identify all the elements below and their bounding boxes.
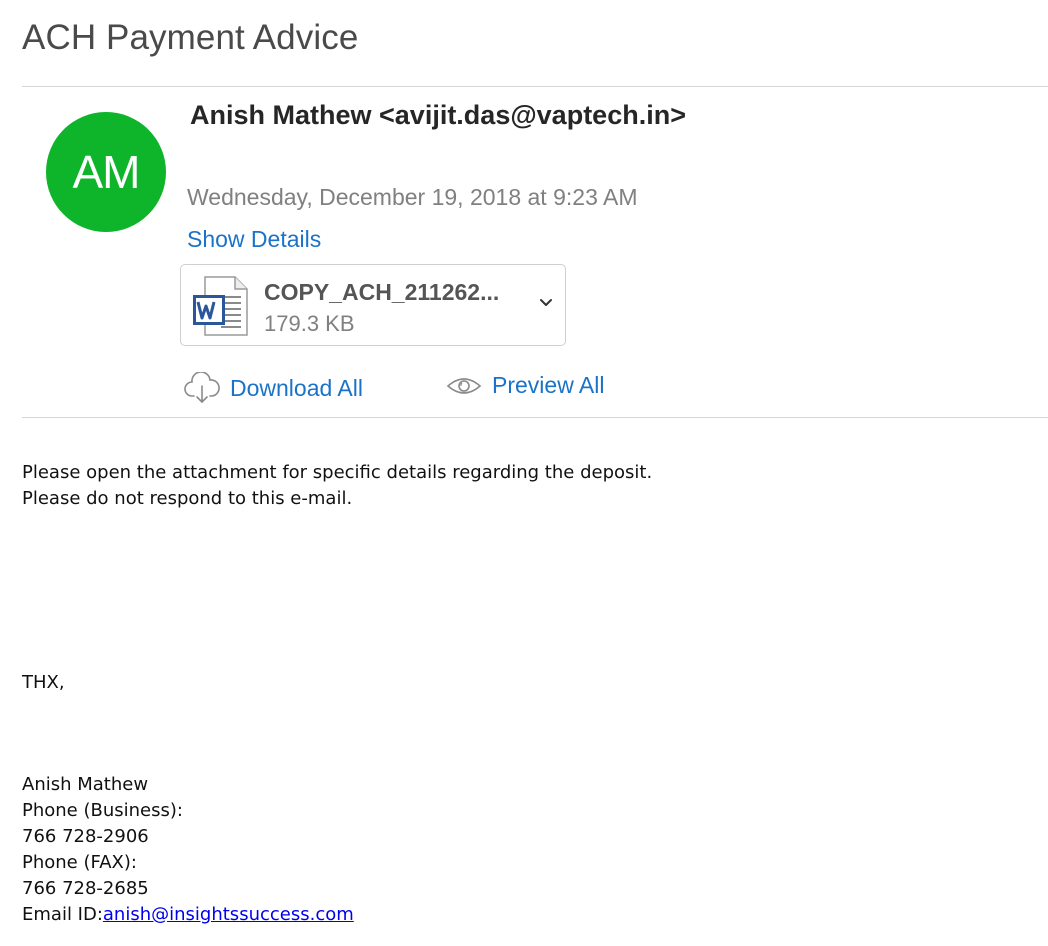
download-all-button[interactable]: Download All xyxy=(184,372,363,404)
attachment-filename: COPY_ACH_211262... xyxy=(264,279,500,305)
sender-name-address[interactable]: Anish Mathew <avijit.das@vaptech.in> xyxy=(190,100,686,131)
eye-icon xyxy=(446,377,482,394)
phone-business-label: Phone (Business): xyxy=(22,800,183,821)
preview-all-button[interactable]: Preview All xyxy=(446,372,604,399)
show-details-link[interactable]: Show Details xyxy=(187,226,321,253)
attachment-card[interactable]: COPY_ACH_211262... 179.3 KB xyxy=(180,264,566,346)
phone-fax-label: Phone (FAX): xyxy=(22,852,137,873)
email-subject: ACH Payment Advice xyxy=(22,18,359,57)
phone-fax-number: 766 728-2685 xyxy=(22,878,149,899)
chevron-down-icon[interactable] xyxy=(537,293,555,311)
sender-avatar: AM xyxy=(46,112,166,232)
cloud-download-icon xyxy=(184,372,220,403)
phone-business-number: 766 728-2906 xyxy=(22,826,149,847)
signature-block: Anish Mathew Phone (Business): 766 728-2… xyxy=(22,772,354,928)
body-line-1: Please open the attachment for specific … xyxy=(22,462,653,483)
body-divider xyxy=(22,417,1048,418)
email-label: Email ID: xyxy=(22,904,103,925)
signature-name: Anish Mathew xyxy=(22,774,149,795)
sent-date: Wednesday, December 19, 2018 at 9:23 AM xyxy=(187,184,638,210)
attachment-size: 179.3 KB xyxy=(264,311,355,336)
header-divider xyxy=(22,86,1048,87)
closing-text: THX, xyxy=(22,672,65,693)
word-document-icon xyxy=(191,275,249,337)
email-row: Email ID:anish@insightssuccess.com xyxy=(22,902,354,928)
preview-all-label: Preview All xyxy=(492,372,605,398)
body-line-2: Please do not respond to this e-mail. xyxy=(22,488,353,509)
download-all-label: Download All xyxy=(230,374,363,401)
email-link[interactable]: anish@insightssuccess.com xyxy=(103,904,354,925)
avatar-initials: AM xyxy=(72,146,141,198)
